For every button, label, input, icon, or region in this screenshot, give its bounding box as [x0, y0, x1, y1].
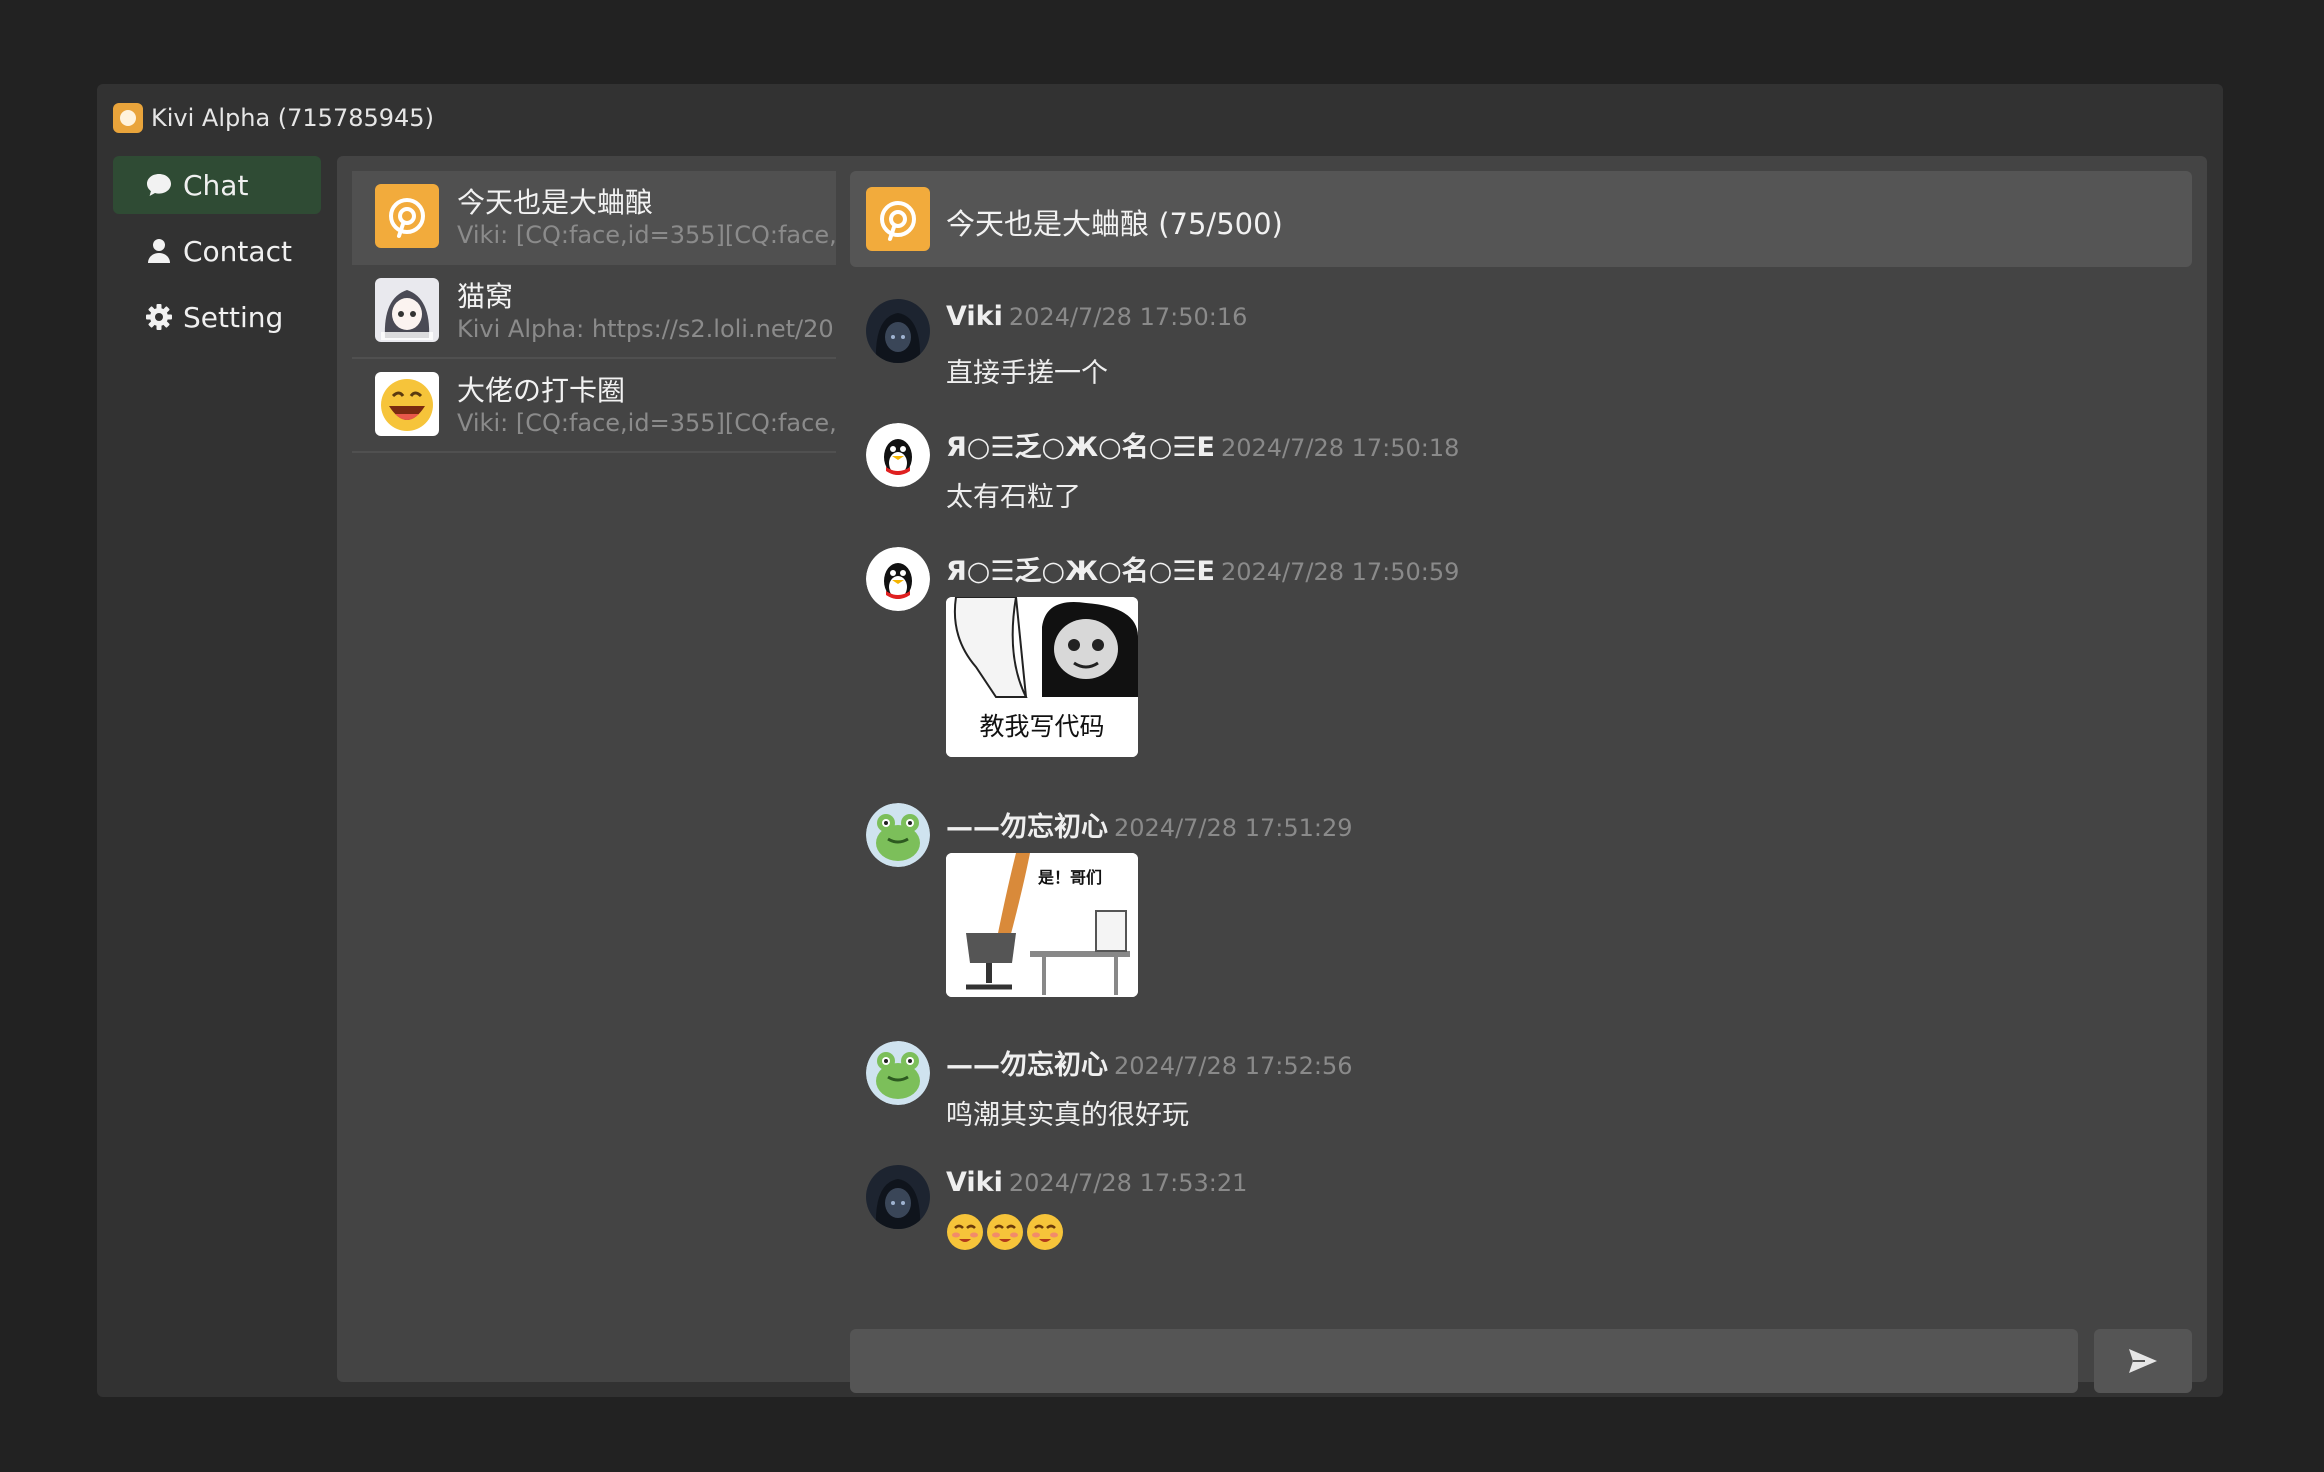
session-item[interactable]: 猫窝 Kivi Alpha: https://s2.loli.net/2024/… — [352, 265, 836, 359]
nav-item-label: Setting — [183, 300, 284, 334]
message-input[interactable] — [850, 1329, 2078, 1393]
image-caption: 是！哥们 — [1037, 868, 1102, 887]
user-avatar[interactable] — [866, 547, 930, 611]
group-avatar — [375, 372, 439, 436]
message-sender[interactable]: Я○☰乏○Ж○名○☰Е — [946, 432, 1215, 463]
emoji-row — [946, 1213, 1064, 1251]
message-text: 太有石粒了 — [946, 482, 1081, 513]
send-icon — [2129, 1349, 2157, 1373]
session-item[interactable]: 大佬の打卡圈 Viki: [CQ:face,id=355][CQ:face,id… — [352, 359, 836, 453]
face-emoji-icon — [987, 1214, 1023, 1250]
main-panel: 今天也是大蛐酿 Viki: [CQ:face,id=355][CQ:face,i… — [337, 156, 2207, 1393]
session-name: 今天也是大蛐酿 — [457, 186, 654, 219]
gear-icon — [145, 303, 173, 331]
message-sender[interactable]: Я○☰乏○Ж○名○☰Е — [946, 556, 1215, 587]
message-text: 鸣潮其实真的很好玩 — [946, 1100, 1189, 1131]
message-sender[interactable]: Viki — [946, 301, 1003, 332]
group-avatar — [375, 184, 439, 248]
session-list: 今天也是大蛐酿 Viki: [CQ:face,id=355][CQ:face,i… — [352, 171, 836, 453]
user-avatar[interactable] — [866, 423, 930, 487]
message-sender[interactable]: ——勿忘初心 — [946, 1050, 1108, 1081]
nav-item-contact[interactable]: Contact — [113, 222, 321, 280]
nav-item-label: Contact — [183, 234, 292, 268]
conversation-pane: 今天也是大蛐酿 (75/500) Viki 2024/7/28 17:50:16 … — [850, 171, 2192, 1393]
message-time: 2024/7/28 17:50:16 — [1008, 303, 1248, 331]
user-avatar[interactable] — [866, 1165, 930, 1229]
message-text: 直接手搓一个 — [946, 358, 1108, 389]
image-caption: 教我写代码 — [979, 712, 1104, 741]
message-sender[interactable]: ——勿忘初心 — [946, 812, 1108, 843]
sidebar-nav: Chat Contact Setting — [113, 156, 321, 354]
nav-item-chat[interactable]: Chat — [113, 156, 321, 214]
nav-item-label: Chat — [183, 168, 249, 202]
message-sender[interactable]: Viki — [946, 1167, 1003, 1198]
user-avatar[interactable] — [866, 299, 930, 363]
group-avatar — [375, 278, 439, 342]
message-image[interactable]: 是！哥们 — [946, 853, 1138, 997]
message-time: 2024/7/28 17:51:29 — [1114, 814, 1353, 842]
message-image[interactable]: 教我写代码 — [946, 597, 1138, 757]
send-button[interactable] — [2094, 1329, 2192, 1393]
session-name: 大佬の打卡圈 — [457, 374, 626, 407]
title-bar: Kivi Alpha (715785945) — [113, 100, 434, 136]
conversation-header: 今天也是大蛐酿 (75/500) — [850, 171, 2192, 267]
group-avatar — [866, 187, 930, 251]
window-title: Kivi Alpha (715785945) — [151, 104, 434, 132]
session-item[interactable]: 今天也是大蛐酿 Viki: [CQ:face,id=355][CQ:face,i… — [352, 171, 836, 265]
session-preview: Kivi Alpha: https://s2.loli.net/2024/07/… — [457, 315, 835, 343]
message-time: 2024/7/28 17:50:59 — [1220, 558, 1460, 586]
conversation-title: 今天也是大蛐酿 (75/500) — [946, 207, 1283, 241]
user-avatar[interactable] — [866, 803, 930, 867]
person-icon — [145, 237, 173, 265]
face-emoji-icon — [947, 1214, 983, 1250]
session-preview: Viki: [CQ:face,id=355][CQ:face,id=355][C… — [457, 221, 835, 249]
session-name: 猫窝 — [457, 280, 514, 313]
app-logo-icon — [113, 103, 143, 133]
app-window: Kivi Alpha (715785945) Chat Contact Sett… — [97, 84, 2223, 1397]
message-time: 2024/7/28 17:52:56 — [1114, 1052, 1353, 1080]
message-time: 2024/7/28 17:50:18 — [1220, 434, 1460, 462]
user-avatar[interactable] — [866, 1041, 930, 1105]
session-preview: Viki: [CQ:face,id=355][CQ:face,id=355] — [457, 409, 835, 437]
nav-item-setting[interactable]: Setting — [113, 288, 321, 346]
chat-bubble-icon — [145, 171, 173, 199]
face-emoji-icon — [1027, 1214, 1063, 1250]
message-time: 2024/7/28 17:53:21 — [1008, 1169, 1248, 1197]
